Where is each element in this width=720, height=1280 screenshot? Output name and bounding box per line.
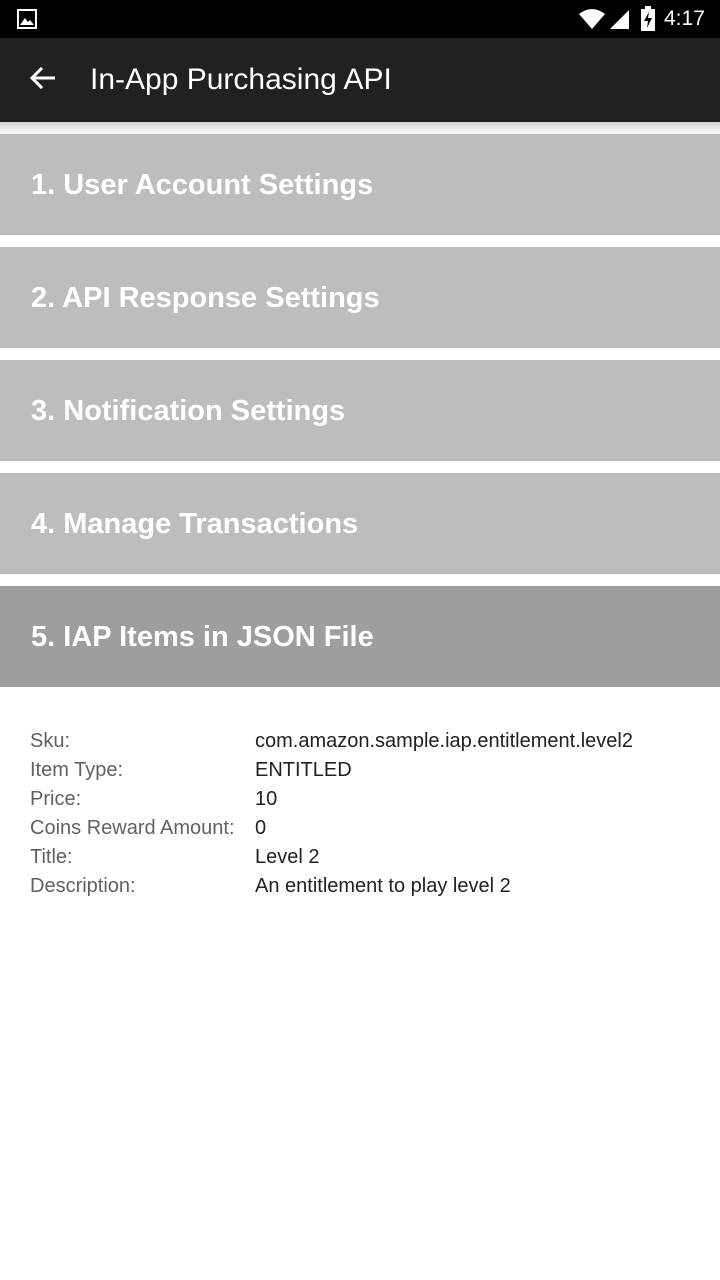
signal-icon bbox=[608, 8, 630, 30]
battery-icon bbox=[640, 6, 656, 32]
item-details: Sku: com.amazon.sample.iap.entitlement.l… bbox=[30, 726, 710, 900]
detail-value: An entitlement to play level 2 bbox=[255, 874, 511, 897]
detail-value: Level 2 bbox=[255, 845, 320, 868]
back-button[interactable] bbox=[18, 56, 66, 104]
section-label: 1. User Account Settings bbox=[31, 169, 374, 201]
detail-value: 0 bbox=[255, 816, 267, 839]
arrow-back-icon bbox=[29, 66, 56, 95]
section-label: 4. Manage Transactions bbox=[31, 508, 359, 540]
section-label: 3. Notification Settings bbox=[31, 395, 346, 427]
section-notification-settings[interactable]: 3. Notification Settings bbox=[0, 360, 720, 461]
wifi-icon bbox=[578, 8, 606, 30]
page-title: In-App Purchasing API bbox=[90, 63, 392, 96]
detail-value: 10 bbox=[255, 787, 278, 810]
app-bar-shadow bbox=[0, 122, 720, 134]
detail-row-coins-reward: Coins Reward Amount: 0 bbox=[30, 813, 710, 842]
section-iap-items-json[interactable]: 5. IAP Items in JSON File bbox=[0, 586, 720, 687]
detail-row-price: Price: 10 bbox=[30, 784, 710, 813]
status-clock: 4:17 bbox=[664, 7, 705, 30]
app-bar: In-App Purchasing API bbox=[0, 38, 720, 122]
detail-row-sku: Sku: com.amazon.sample.iap.entitlement.l… bbox=[30, 726, 710, 755]
section-label: 5. IAP Items in JSON File bbox=[31, 621, 374, 653]
detail-row-description: Description: An entitlement to play leve… bbox=[30, 871, 710, 900]
detail-row-item-type: Item Type: ENTITLED bbox=[30, 755, 710, 784]
detail-value: ENTITLED bbox=[255, 758, 352, 781]
detail-key: Item Type: bbox=[30, 758, 124, 781]
detail-key: Price: bbox=[30, 787, 82, 810]
status-bar: 4:17 bbox=[0, 0, 720, 38]
section-manage-transactions[interactable]: 4. Manage Transactions bbox=[0, 473, 720, 574]
detail-key: Coins Reward Amount: bbox=[30, 816, 235, 839]
detail-value: com.amazon.sample.iap.entitlement.level2 bbox=[255, 729, 633, 752]
image-icon bbox=[17, 9, 37, 29]
detail-key: Description: bbox=[30, 874, 136, 897]
section-user-account-settings[interactable]: 1. User Account Settings bbox=[0, 134, 720, 235]
section-label: 2. API Response Settings bbox=[31, 282, 380, 314]
section-api-response-settings[interactable]: 2. API Response Settings bbox=[0, 247, 720, 348]
detail-row-title: Title: Level 2 bbox=[30, 842, 710, 871]
detail-key: Title: bbox=[30, 845, 73, 868]
detail-key: Sku: bbox=[30, 729, 71, 752]
